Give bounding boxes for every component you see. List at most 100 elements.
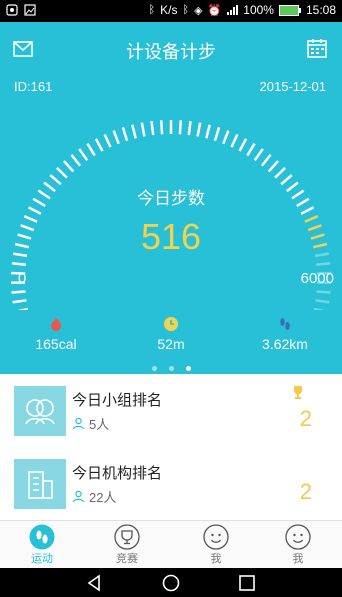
page-dot-active bbox=[185, 366, 191, 371]
alarm-icon: ⏰ bbox=[207, 4, 222, 17]
gauge-tick bbox=[246, 142, 256, 157]
gauge-tick bbox=[17, 307, 29, 310]
signal-icon bbox=[227, 5, 239, 15]
gauge-tick bbox=[316, 290, 331, 294]
face-icon bbox=[285, 524, 311, 550]
gauge-tick bbox=[159, 120, 164, 135]
tab-label: 我 bbox=[292, 553, 304, 565]
gauge-tick bbox=[56, 166, 68, 179]
tab-exercise[interactable]: 运动 bbox=[12, 524, 72, 566]
gauge-tick bbox=[178, 120, 183, 135]
gauge-tick bbox=[267, 160, 279, 173]
building-icon bbox=[28, 471, 53, 499]
gauge-tick bbox=[213, 127, 221, 142]
ranking-title: 今日小组排名 bbox=[72, 392, 163, 409]
back-icon[interactable] bbox=[85, 574, 103, 592]
page-dot bbox=[151, 366, 157, 371]
gauge-tick bbox=[94, 138, 104, 152]
gauge-max-label: 6000 bbox=[300, 270, 334, 287]
steps-value: 516 bbox=[140, 216, 202, 257]
person-icon bbox=[72, 417, 85, 430]
today-steps-label: 今日步数 bbox=[137, 189, 205, 208]
gauge-tick bbox=[274, 166, 286, 179]
gauge-tick bbox=[222, 130, 230, 145]
group-icon bbox=[25, 399, 55, 425]
duration-value: 52m bbox=[157, 336, 185, 352]
gauge-tick bbox=[112, 130, 120, 145]
gauge-tick bbox=[11, 262, 26, 266]
gauge-tick bbox=[260, 154, 272, 167]
image-icon bbox=[24, 4, 36, 16]
status-bar: ᛒ K/s ᛒ ◈ ⏰ 100% 15:08 bbox=[0, 0, 342, 22]
member-count: 5人 bbox=[72, 414, 109, 433]
gauge-tick bbox=[86, 142, 96, 157]
person-icon bbox=[72, 490, 85, 503]
vibrate-icon: ◈ bbox=[194, 4, 203, 17]
gauge-tick bbox=[238, 138, 248, 152]
organization-thumbnail bbox=[14, 459, 66, 509]
gauge-tick bbox=[150, 121, 155, 136]
clock-icon bbox=[164, 317, 178, 331]
notification-icon bbox=[6, 4, 18, 16]
rank-value: 2 bbox=[299, 406, 312, 431]
footprint-icon bbox=[280, 318, 290, 330]
bluetooth-icon: ᛒ bbox=[148, 4, 156, 16]
battery-icon bbox=[278, 4, 301, 16]
calories-value: 165cal bbox=[35, 336, 77, 352]
gauge-tick bbox=[196, 122, 202, 137]
gauge-tick bbox=[205, 124, 211, 139]
tab-me-1[interactable]: 我 bbox=[186, 524, 246, 566]
page-title: 计设备计步 bbox=[126, 42, 216, 62]
gauge-tick bbox=[315, 299, 330, 304]
gauge-tick bbox=[253, 148, 264, 162]
group-thumbnail bbox=[14, 386, 66, 436]
calories-stat: 165cal bbox=[11, 316, 101, 352]
duration-stat: 52m bbox=[126, 316, 216, 352]
tab-competition[interactable]: 竞赛 bbox=[97, 524, 157, 566]
trophy-icon bbox=[294, 386, 302, 399]
gauge-min-label: 0 bbox=[18, 270, 27, 287]
gauge-tick bbox=[187, 121, 192, 136]
flame-icon bbox=[51, 317, 61, 331]
gauge-tick bbox=[131, 124, 137, 139]
gauge-tick bbox=[103, 133, 112, 148]
tab-label: 竞赛 bbox=[116, 553, 138, 565]
distance-stat: 3.62km bbox=[240, 316, 330, 352]
member-count-value: 22人 bbox=[89, 490, 117, 505]
home-icon[interactable] bbox=[162, 574, 180, 592]
gauge-tick bbox=[78, 148, 89, 162]
page-dot bbox=[168, 366, 174, 371]
ranking-list: 今日小组排名 5人 2 今日机构排名 22人 2 bbox=[0, 374, 342, 521]
gauge-tick bbox=[121, 127, 129, 142]
gauge-tick bbox=[280, 174, 293, 186]
organization-ranking-card[interactable]: 今日机构排名 22人 2 bbox=[0, 447, 342, 521]
rank-value: 2 bbox=[299, 479, 312, 504]
battery-level: 100% bbox=[243, 3, 274, 17]
member-count-value: 5人 bbox=[89, 417, 110, 432]
trophy-icon bbox=[114, 524, 140, 550]
date-label: 2015-12-01 bbox=[259, 79, 327, 94]
bottom-tab-bar: 运动 竞赛 我 我 bbox=[0, 520, 342, 569]
recent-apps-icon[interactable] bbox=[238, 574, 256, 592]
device-id: ID:161 bbox=[14, 79, 53, 94]
tab-label: 我 bbox=[210, 553, 222, 565]
bluetooth-icon: ᛒ bbox=[182, 4, 190, 16]
calendar-icon[interactable] bbox=[307, 38, 327, 58]
footprint-icon bbox=[29, 524, 55, 550]
gauge-tick bbox=[49, 174, 62, 186]
gauge-tick bbox=[12, 299, 27, 304]
gauge-tick bbox=[230, 133, 239, 148]
system-nav-bar bbox=[0, 568, 342, 597]
gauge-tick bbox=[63, 160, 75, 173]
ranking-title: 今日机构排名 bbox=[72, 465, 163, 482]
face-icon bbox=[203, 524, 229, 550]
distance-value: 3.62km bbox=[262, 336, 308, 352]
clock-time: 15:08 bbox=[305, 3, 336, 17]
tab-me-2[interactable]: 我 bbox=[268, 524, 328, 566]
gauge-tick bbox=[140, 122, 146, 137]
tab-label: 运动 bbox=[31, 553, 53, 565]
gauge-tick bbox=[313, 307, 325, 310]
gauge-tick bbox=[70, 154, 82, 167]
gauge-tick bbox=[11, 290, 26, 294]
group-ranking-card[interactable]: 今日小组排名 5人 2 bbox=[0, 374, 342, 448]
